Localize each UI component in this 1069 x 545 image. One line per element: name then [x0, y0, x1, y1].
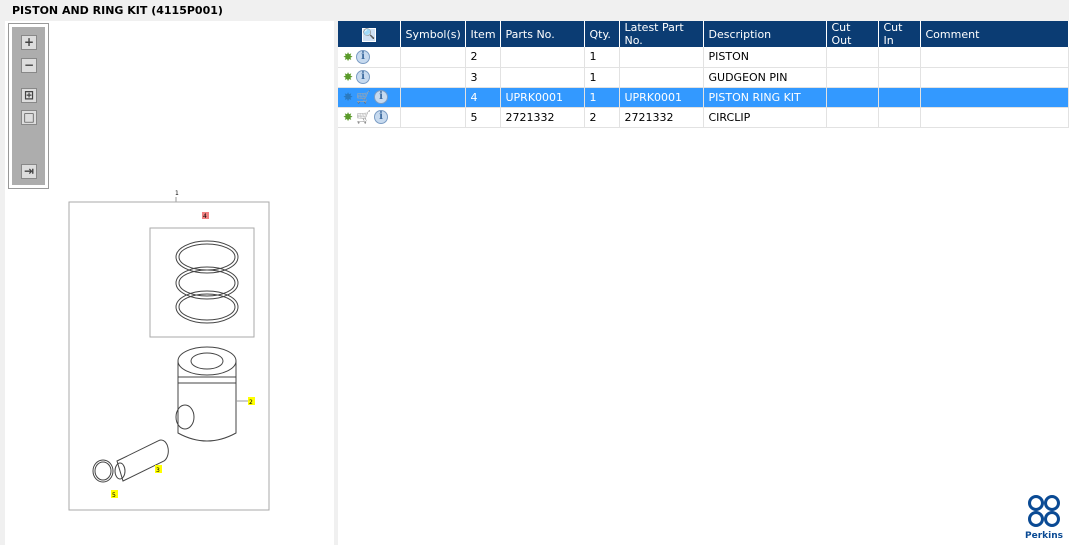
cart-icon[interactable]: 🛒 [356, 90, 371, 104]
column-header[interactable]: Parts No. [500, 21, 585, 47]
cell-cut-out [826, 47, 879, 68]
cell-cut-in [878, 67, 921, 88]
perkins-logo: Perkins [1025, 494, 1063, 541]
column-header[interactable]: Symbol(s) [400, 21, 466, 47]
cell-description: GUDGEON PIN [703, 67, 827, 88]
gear-icon[interactable]: ✸ [343, 110, 353, 124]
cell-qty: 1 [584, 87, 620, 108]
parts-table: 🔍 Symbol(s) Item Parts No. Qty. Latest Part N… [338, 21, 1069, 128]
cell-symbols [400, 47, 466, 68]
column-header[interactable]: Cut Out [826, 21, 879, 47]
column-header[interactable]: Latest Part No. [619, 21, 704, 47]
cell-description: PISTON RING KIT [703, 87, 827, 108]
cell-cut-out [826, 67, 879, 88]
brand-name: Perkins [1025, 531, 1063, 541]
callout-1[interactable]: 1 [175, 190, 179, 197]
info-icon[interactable]: i [374, 90, 389, 104]
row-actions: ✸ i [338, 47, 401, 68]
cell-parts-no [500, 67, 585, 88]
row-actions: ✸ 🛒 i [338, 107, 401, 128]
cell-cut-out [826, 87, 879, 108]
gear-icon[interactable]: ✸ [343, 50, 353, 64]
cell-cut-in [878, 107, 921, 128]
diagram-panel: + − ⊞ □ ⇥ 1 4 2 3 5 [5, 21, 334, 545]
cell-comment [920, 87, 1069, 108]
cell-description: PISTON [703, 47, 827, 68]
column-header[interactable]: Cut In [878, 21, 921, 47]
cell-qty: 1 [584, 47, 620, 68]
cell-parts-no [500, 47, 585, 68]
gears-icon[interactable]: ✸ [343, 90, 353, 104]
callout-3[interactable]: 3 [156, 467, 160, 474]
column-header[interactable]: Comment [920, 21, 1069, 47]
column-header[interactable]: Item [465, 21, 501, 47]
cell-parts-no: UPRK0001 [500, 87, 585, 108]
info-icon[interactable]: i [356, 70, 371, 84]
cell-item: 5 [465, 107, 501, 128]
table-row[interactable]: ✸ i 2 1 PISTON [338, 47, 1069, 68]
info-icon[interactable]: i [356, 49, 371, 64]
callout-2[interactable]: 2 [249, 399, 253, 406]
cell-latest: 2721332 [619, 107, 704, 128]
cell-cut-out [826, 107, 879, 128]
column-header[interactable]: Description [703, 21, 827, 47]
cell-qty: 1 [584, 67, 620, 88]
row-actions: ✸ i [338, 67, 401, 88]
table-row[interactable]: ✸ 🛒 i 5 2721332 2 2721332 CIRCLIP [338, 107, 1069, 128]
cell-symbols [400, 87, 466, 108]
table-row[interactable]: ✸ 🛒 i 4 UPRK0001 1 UPRK0001 PISTON RING KIT [338, 87, 1069, 108]
cell-comment [920, 107, 1069, 128]
cell-comment [920, 67, 1069, 88]
gear-icon[interactable]: ✸ [343, 70, 353, 84]
cell-qty: 2 [584, 107, 620, 128]
cell-cut-in [878, 87, 921, 108]
cell-latest [619, 47, 704, 68]
table-row[interactable]: ✸ i 3 1 GUDGEON PIN [338, 67, 1069, 88]
perkins-logo-icon [1028, 495, 1060, 527]
column-header-search[interactable]: 🔍 [338, 21, 401, 47]
cell-item: 2 [465, 47, 501, 68]
info-icon[interactable]: i [374, 110, 389, 124]
search-icon[interactable]: 🔍 [361, 27, 376, 42]
cell-latest [619, 67, 704, 88]
row-actions: ✸ 🛒 i [338, 87, 401, 108]
page-title: PISTON AND RING KIT (4115P001) [12, 4, 223, 17]
cell-description: CIRCLIP [703, 107, 827, 128]
cell-item: 3 [465, 67, 501, 88]
cell-cut-in [878, 47, 921, 68]
column-header[interactable]: Qty. [584, 21, 620, 47]
cart-icon[interactable]: 🛒 [356, 110, 371, 124]
exploded-diagram: 1 4 2 3 5 [68, 190, 270, 511]
cell-symbols [400, 107, 466, 128]
cell-symbols [400, 67, 466, 88]
callout-4-label: 4 [203, 213, 207, 220]
cell-parts-no: 2721332 [500, 107, 585, 128]
cell-item: 4 [465, 87, 501, 108]
cell-comment [920, 47, 1069, 68]
parts-list-panel: 🔍 Symbol(s) Item Parts No. Qty. Latest Part N… [338, 21, 1069, 545]
callout-5[interactable]: 5 [112, 492, 116, 499]
cell-latest: UPRK0001 [619, 87, 704, 108]
